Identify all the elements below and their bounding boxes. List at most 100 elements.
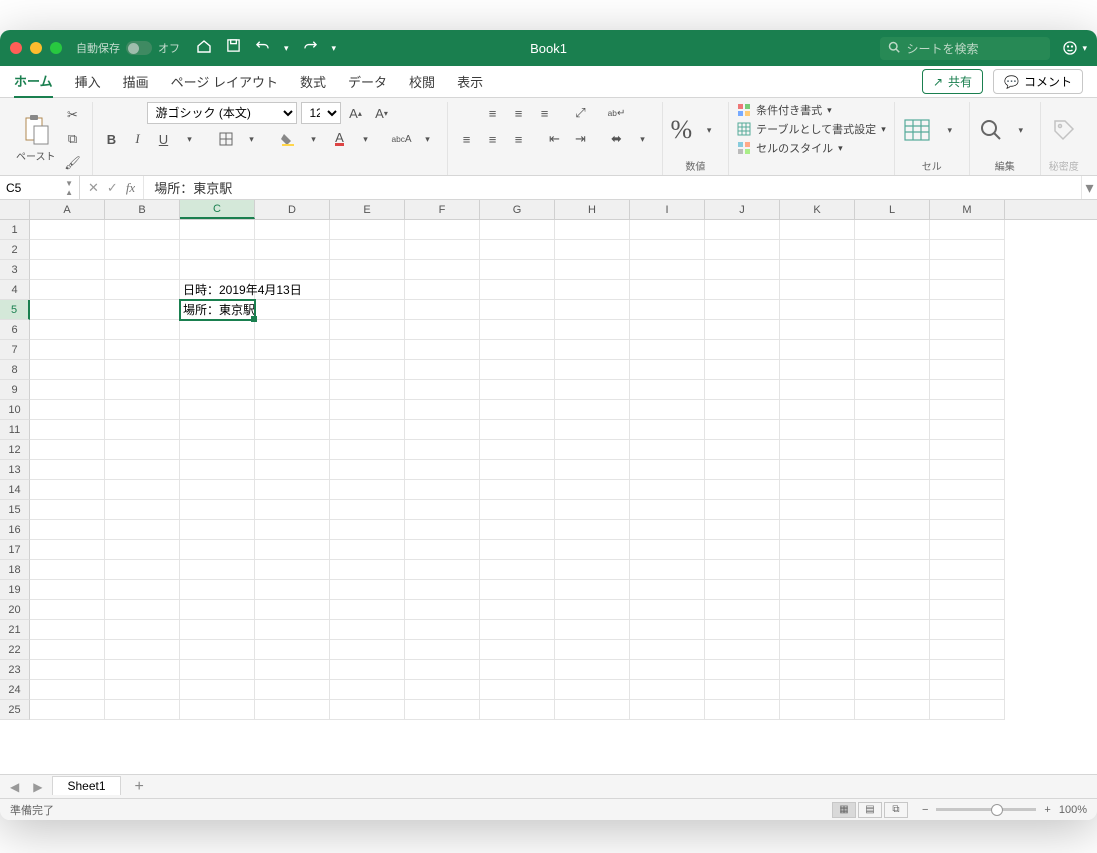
cell-B17[interactable] — [105, 540, 180, 560]
cell-I4[interactable] — [630, 280, 705, 300]
cell-D1[interactable] — [255, 220, 330, 240]
cell-D7[interactable] — [255, 340, 330, 360]
cell-M1[interactable] — [930, 220, 1005, 240]
select-all-corner[interactable] — [0, 200, 30, 219]
cell-G3[interactable] — [480, 260, 555, 280]
cell-K1[interactable] — [780, 220, 855, 240]
cell-H13[interactable] — [555, 460, 630, 480]
cell-F5[interactable] — [405, 300, 480, 320]
tab-formulas[interactable]: 数式 — [300, 66, 326, 97]
share-button[interactable]: ↗共有 — [922, 69, 983, 94]
cell-F10[interactable] — [405, 400, 480, 420]
cell-B12[interactable] — [105, 440, 180, 460]
cell-G20[interactable] — [480, 600, 555, 620]
row-header-17[interactable]: 17 — [0, 540, 30, 560]
cell-C8[interactable] — [180, 360, 255, 380]
cell-G12[interactable] — [480, 440, 555, 460]
cell-J23[interactable] — [705, 660, 780, 680]
column-header-E[interactable]: E — [330, 200, 405, 219]
cell-F2[interactable] — [405, 240, 480, 260]
cell-H21[interactable] — [555, 620, 630, 640]
column-header-D[interactable]: D — [255, 200, 330, 219]
cell-E25[interactable] — [330, 700, 405, 720]
cell-I10[interactable] — [630, 400, 705, 420]
cell-B24[interactable] — [105, 680, 180, 700]
cell-M5[interactable] — [930, 300, 1005, 320]
font-name-select[interactable]: 游ゴシック (本文) — [147, 102, 297, 124]
cell-B21[interactable] — [105, 620, 180, 640]
copy-button[interactable]: ⧉ — [62, 128, 84, 150]
cell-G5[interactable] — [480, 300, 555, 320]
cell-M23[interactable] — [930, 660, 1005, 680]
name-box[interactable]: C5 ▼▲ — [0, 176, 80, 199]
cell-G13[interactable] — [480, 460, 555, 480]
cell-A6[interactable] — [30, 320, 105, 340]
cell-E12[interactable] — [330, 440, 405, 460]
cell-J7[interactable] — [705, 340, 780, 360]
cell-K13[interactable] — [780, 460, 855, 480]
tab-data[interactable]: データ — [348, 66, 387, 97]
cell-F21[interactable] — [405, 620, 480, 640]
cell-D23[interactable] — [255, 660, 330, 680]
cell-B20[interactable] — [105, 600, 180, 620]
row-header-18[interactable]: 18 — [0, 560, 30, 580]
cell-E11[interactable] — [330, 420, 405, 440]
cell-K23[interactable] — [780, 660, 855, 680]
undo-dropdown[interactable]: ▾ — [284, 43, 289, 54]
cell-C13[interactable] — [180, 460, 255, 480]
expand-formula-bar[interactable]: ▾ — [1081, 176, 1097, 199]
cell-A24[interactable] — [30, 680, 105, 700]
cell-F23[interactable] — [405, 660, 480, 680]
cell-G9[interactable] — [480, 380, 555, 400]
cell-E22[interactable] — [330, 640, 405, 660]
cell-L8[interactable] — [855, 360, 930, 380]
redo-icon[interactable] — [303, 38, 318, 58]
home-icon[interactable] — [196, 38, 212, 59]
zoom-window-button[interactable] — [50, 42, 62, 54]
cell-E24[interactable] — [330, 680, 405, 700]
align-top-button[interactable]: ≡ — [482, 102, 504, 124]
cell-G22[interactable] — [480, 640, 555, 660]
cell-D6[interactable] — [255, 320, 330, 340]
tab-draw[interactable]: 描画 — [123, 66, 149, 97]
cell-J22[interactable] — [705, 640, 780, 660]
cell-K22[interactable] — [780, 640, 855, 660]
cell-F8[interactable] — [405, 360, 480, 380]
cell-C12[interactable] — [180, 440, 255, 460]
cell-E23[interactable] — [330, 660, 405, 680]
cell-F14[interactable] — [405, 480, 480, 500]
cell-I25[interactable] — [630, 700, 705, 720]
column-header-M[interactable]: M — [930, 200, 1005, 219]
cell-G21[interactable] — [480, 620, 555, 640]
cell-C1[interactable] — [180, 220, 255, 240]
cell-H15[interactable] — [555, 500, 630, 520]
cell-E20[interactable] — [330, 600, 405, 620]
cell-D18[interactable] — [255, 560, 330, 580]
column-header-I[interactable]: I — [630, 200, 705, 219]
cell-E19[interactable] — [330, 580, 405, 600]
cell-L12[interactable] — [855, 440, 930, 460]
cell-G2[interactable] — [480, 240, 555, 260]
cell-G11[interactable] — [480, 420, 555, 440]
cell-L17[interactable] — [855, 540, 930, 560]
underline-button[interactable]: U — [153, 128, 175, 150]
cell-J4[interactable] — [705, 280, 780, 300]
cell-D4[interactable] — [255, 280, 330, 300]
cell-J13[interactable] — [705, 460, 780, 480]
cell-I17[interactable] — [630, 540, 705, 560]
cell-L2[interactable] — [855, 240, 930, 260]
cell-H1[interactable] — [555, 220, 630, 240]
cell-G8[interactable] — [480, 360, 555, 380]
cell-H9[interactable] — [555, 380, 630, 400]
cell-I12[interactable] — [630, 440, 705, 460]
cell-E17[interactable] — [330, 540, 405, 560]
qat-more-dropdown[interactable]: ▾ — [332, 43, 337, 54]
cell-B14[interactable] — [105, 480, 180, 500]
cell-B3[interactable] — [105, 260, 180, 280]
cell-F1[interactable] — [405, 220, 480, 240]
cell-M17[interactable] — [930, 540, 1005, 560]
cell-M24[interactable] — [930, 680, 1005, 700]
sheet-nav-next[interactable]: ▶ — [29, 780, 46, 794]
row-header-24[interactable]: 24 — [0, 680, 30, 700]
cell-A5[interactable] — [30, 300, 105, 320]
